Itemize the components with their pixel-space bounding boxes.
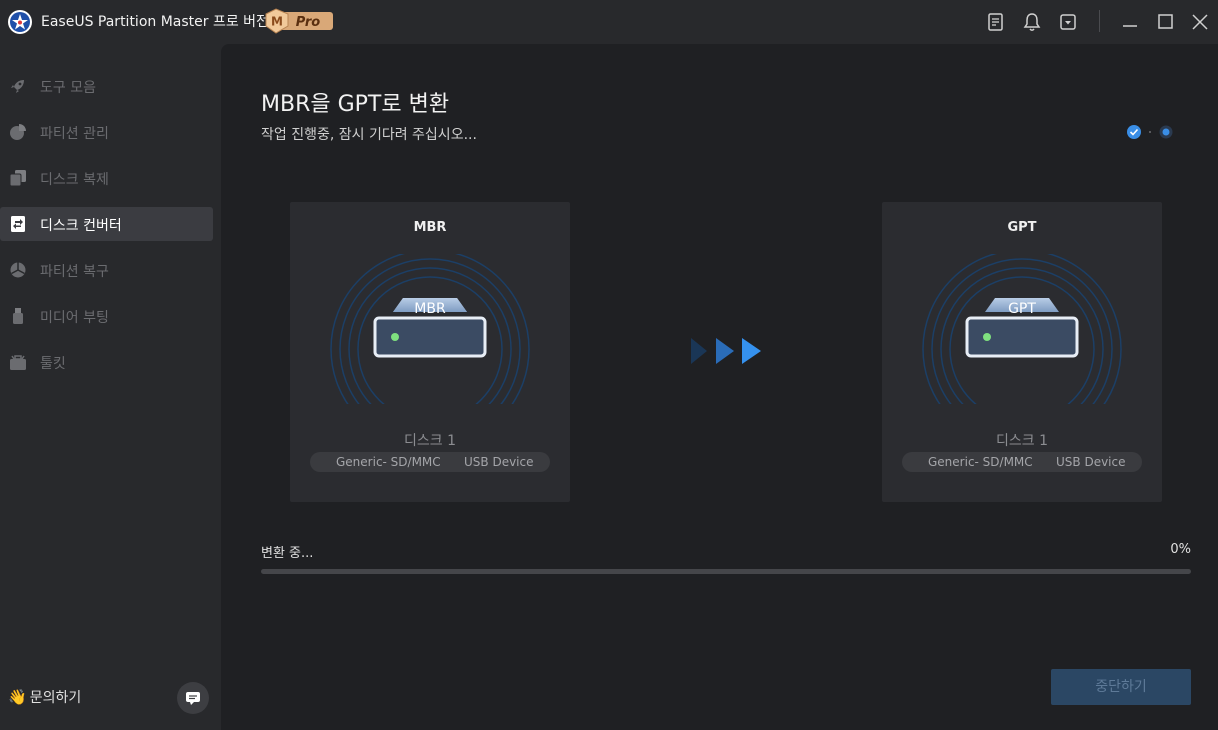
titlebar-separator	[1099, 10, 1100, 32]
maximize-icon[interactable]	[1154, 11, 1176, 33]
source-disk-card: MBR MBR 디스크 1 Generic- SD/MMC USB Device	[290, 202, 570, 502]
hard-drive-icon: MBR	[330, 254, 530, 414]
sidebar-item-partition-manager[interactable]: 파티션 관리	[0, 115, 213, 149]
step-completed-icon	[1127, 125, 1141, 139]
contact-link[interactable]: 👋 문의하기	[8, 687, 81, 709]
sidebar-item-label: 툴킷	[40, 356, 66, 372]
toolkit-icon	[9, 353, 27, 371]
source-disk-info: Generic- SD/MMC USB Device	[310, 452, 550, 472]
clone-icon	[9, 169, 27, 187]
target-heading: GPT	[1007, 220, 1037, 235]
progress-percent: 0%	[1170, 542, 1191, 557]
title-bar: EaseUS Partition Master 프로 버전 M Pro	[0, 0, 1218, 44]
stop-button[interactable]: 중단하기	[1051, 669, 1191, 705]
close-icon[interactable]	[1189, 11, 1211, 33]
target-disk-model: Generic- SD/MMC	[928, 455, 1033, 469]
main-panel: MBR을 GPT로 변환 작업 진행중, 잠시 기다려 주십시오... MBR …	[221, 44, 1218, 730]
chat-button[interactable]	[177, 682, 209, 714]
led-icon	[983, 333, 991, 341]
sidebar-item-label: 미디어 부팅	[40, 310, 109, 326]
step-indicator	[1127, 125, 1173, 139]
minimize-icon[interactable]	[1119, 11, 1141, 33]
bell-icon[interactable]	[1021, 11, 1043, 33]
disk-converter-icon	[9, 215, 27, 233]
source-disk-model: Generic- SD/MMC	[336, 455, 441, 469]
source-heading: MBR	[413, 220, 447, 235]
target-disk-label: GPT	[1008, 301, 1036, 317]
source-disk-interface: USB Device	[464, 455, 534, 469]
progress-label: 변환 중...	[261, 546, 314, 561]
sidebar-item-label: 파티션 관리	[40, 126, 109, 142]
sidebar-item-label: 디스크 복제	[40, 172, 109, 188]
target-disk-name: 디스크 1	[996, 433, 1048, 449]
source-disk-label: MBR	[414, 301, 446, 317]
sidebar-item-tools[interactable]: 도구 모음	[0, 69, 213, 103]
page-title: MBR을 GPT로 변환	[261, 92, 450, 117]
sidebar-item-label: 디스크 컨버터	[40, 218, 122, 234]
sidebar-item-toolkit[interactable]: 툴킷	[0, 345, 213, 379]
pro-badge: M Pro	[265, 8, 333, 34]
progress-bar	[261, 569, 1191, 574]
partition-recovery-icon	[9, 261, 27, 279]
convert-arrows-icon	[691, 338, 761, 364]
usb-drive-icon	[9, 307, 27, 325]
source-disk-name: 디스크 1	[404, 433, 456, 449]
step-connector	[1149, 131, 1151, 133]
sidebar-item-disk-clone[interactable]: 디스크 복제	[0, 161, 213, 195]
badge-text: Pro	[296, 15, 321, 30]
sidebar-item-label: 파티션 복구	[40, 264, 109, 280]
chat-icon	[186, 692, 200, 705]
app-logo-icon	[8, 10, 32, 34]
rocket-icon	[9, 77, 27, 95]
sidebar-item-label: 도구 모음	[40, 80, 96, 96]
waving-hand-icon: 👋	[8, 688, 27, 706]
sidebar-item-disk-converter[interactable]: 디스크 컨버터	[0, 207, 213, 241]
target-disk-interface: USB Device	[1056, 455, 1126, 469]
dropdown-menu-icon[interactable]	[1057, 11, 1079, 33]
notes-icon[interactable]	[985, 11, 1007, 33]
sidebar-item-partition-recovery[interactable]: 파티션 복구	[0, 253, 213, 287]
app-title: EaseUS Partition Master 프로 버전	[41, 14, 269, 30]
contact-label: 문의하기	[29, 690, 82, 706]
led-icon	[391, 333, 399, 341]
hard-drive-icon: GPT	[922, 254, 1122, 414]
sidebar: 도구 모음 파티션 관리 디스크 복제 디스크 컨버터 파티션 복구 미디어 부…	[0, 44, 221, 730]
target-disk-info: Generic- SD/MMC USB Device	[902, 452, 1142, 472]
sidebar-item-media-boot[interactable]: 미디어 부팅	[0, 299, 213, 333]
badge-letter: M	[271, 15, 283, 29]
target-disk-card: GPT GPT 디스크 1 Generic- SD/MMC USB Device	[882, 202, 1162, 502]
pie-chart-icon	[9, 123, 27, 141]
page-subtitle: 작업 진행중, 잠시 기다려 주십시오...	[261, 127, 477, 143]
